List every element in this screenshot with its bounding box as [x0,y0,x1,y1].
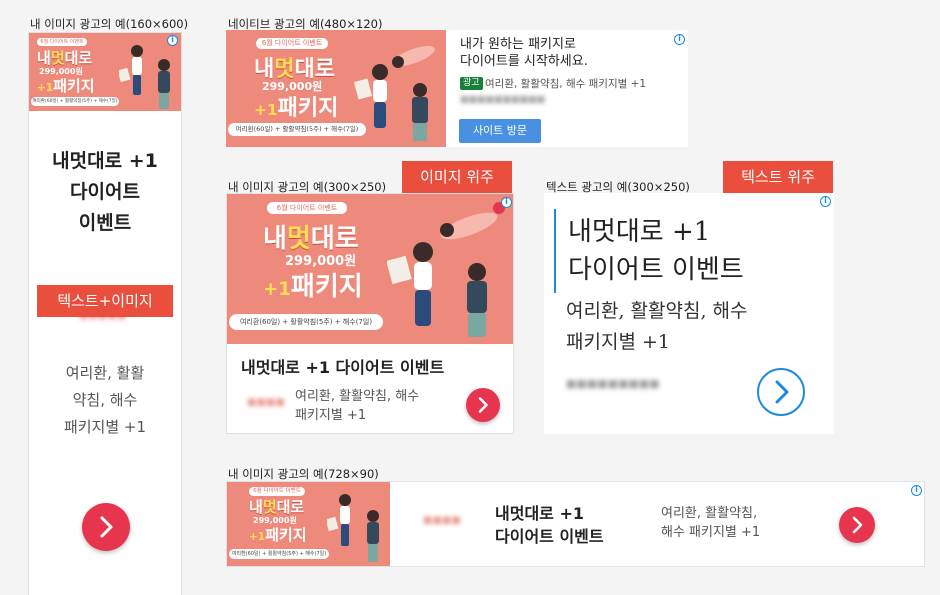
ad-badge: 광고 [460,77,483,90]
info-icon[interactable]: i [501,197,512,208]
chevron-right-icon [775,380,789,404]
chevron-right-icon [100,516,113,538]
label-text-plus-image: 텍스트+이미지 [37,285,173,317]
banner-sub: +1패키지 [37,77,95,95]
ad-300x250-text[interactable]: 내멋대로 +1 다이어트 이벤트 여리환, 활활약침, 해수 패키지별 +1 ■… [544,193,834,434]
label-image-focus: 이미지 위주 [402,161,512,193]
banner-people-illustration [119,45,170,109]
info-icon[interactable]: i [911,485,922,496]
caption-160x600: 내 이미지 광고의 예(160×600) [30,17,189,31]
go-button[interactable] [466,388,500,422]
ad-headline[interactable]: 내멋대로 +1 다이어트 이벤트 [568,213,744,289]
headline-accent-bar [554,209,556,293]
advertiser-url: ■■■■■■■■■■ [460,95,546,105]
info-icon[interactable]: i [820,196,831,207]
advertiser-logo: ■■■■ [423,515,461,526]
visit-site-button[interactable]: 사이트 방문 [459,119,541,143]
go-button[interactable] [757,368,805,416]
banner-people-illustration [354,46,435,141]
ad-banner-image[interactable]: 6월 다이어트 이벤트 내멋대로 299,000원 +1패키지 여리환(60일)… [227,482,390,566]
go-button[interactable] [82,503,130,551]
banner-people-illustration [327,494,379,562]
advertiser-logo: ■■■■ [247,397,285,408]
caption-728x90: 내 이미지 광고의 예(728×90) [228,467,379,481]
ad-728x90[interactable]: 6월 다이어트 이벤트 내멋대로 299,000원 +1패키지 여리환(60일)… [226,481,925,567]
label-text-focus: 텍스트 위주 [723,161,833,193]
info-icon[interactable]: i [167,35,178,46]
banner-tag: 6월 다이어트 이벤트 [256,38,328,49]
advertiser-url: ■■■■■■■■■ [566,377,660,390]
ad-300x250-image[interactable]: 6월 다이어트 이벤트 내멋대로 299,000원 +1패키지 여리환(60일)… [226,193,514,434]
ad-banner-image[interactable]: 6월 다이어트 이벤트 내멋대로 299,000원 +1패키지 여리환(60일)… [226,30,446,147]
banner-sub: +1패키지 [263,272,363,302]
banner-footer: 여리환(60일) + 활활약침(5주) + 해수(7일) [228,123,366,136]
banner-tag: 6월 다이어트 이벤트 [249,487,305,496]
ad-description: 여리환, 활활약침, 해수 패키지별 +1 [661,506,761,540]
banner-tag: 6월 다이어트 이벤트 [37,38,87,46]
ad-description: 여리환, 활활약침, 해수 패키지별 +1 [566,300,748,353]
ad-native-480x120[interactable]: 6월 다이어트 이벤트 내멋대로 299,000원 +1패키지 여리환(60일)… [226,30,688,147]
banner-footer: 여리환(60일) + 활활약침(5주) + 해수(7일) [229,314,383,330]
ad-banner-image[interactable]: 6월 다이어트 이벤트 내멋대로 299,000원 +1패키지 여리환(60일)… [227,194,513,344]
ad-description: 여리환, 활활 약침, 해수 패키지별 +1 [63,364,147,436]
banner-title: 내멋대로 [249,498,305,516]
go-button[interactable] [839,507,875,543]
native-description: 여리환, 활활약침, 해수 패키지별 +1 [485,78,647,90]
chevron-right-icon [852,516,863,534]
banner-tag: 6월 다이어트 이벤트 [267,202,347,214]
ad-headline[interactable]: 내멋대로 +1 다이어트 이벤트 [241,354,444,378]
ad-headline[interactable]: 내멋대로 +1 다이어트 이벤트 [29,146,181,239]
info-icon[interactable]: i [674,34,685,45]
ad-banner-image[interactable]: 6월 다이어트 이벤트 내멋대로 299,000원 +1패키지 여리환(60일)… [29,33,181,111]
native-headline[interactable]: 내가 원하는 패키지로 다이어트를 시작하세요. [460,36,588,70]
ad-headline[interactable]: 내멋대로 +1 다이어트 이벤트 [495,502,604,548]
chevron-right-icon [478,397,488,413]
ad-160x600[interactable]: 6월 다이어트 이벤트 내멋대로 299,000원 +1패키지 여리환(60일)… [28,32,182,595]
ad-description: 여리환, 활활약침, 해수 패키지별 +1 [295,389,420,423]
banner-footer: 여리환(60일) + 활활약침(5주) + 해수(7일) [229,549,329,559]
banner-sub: +1패키지 [249,526,307,544]
banner-title: 내멋대로 [37,49,93,67]
banner-footer: 여리환(60일) + 활활약침(5주) + 해수(7일) [31,97,119,106]
banner-people-illustration [387,202,505,337]
banner-sub: +1패키지 [254,96,339,121]
